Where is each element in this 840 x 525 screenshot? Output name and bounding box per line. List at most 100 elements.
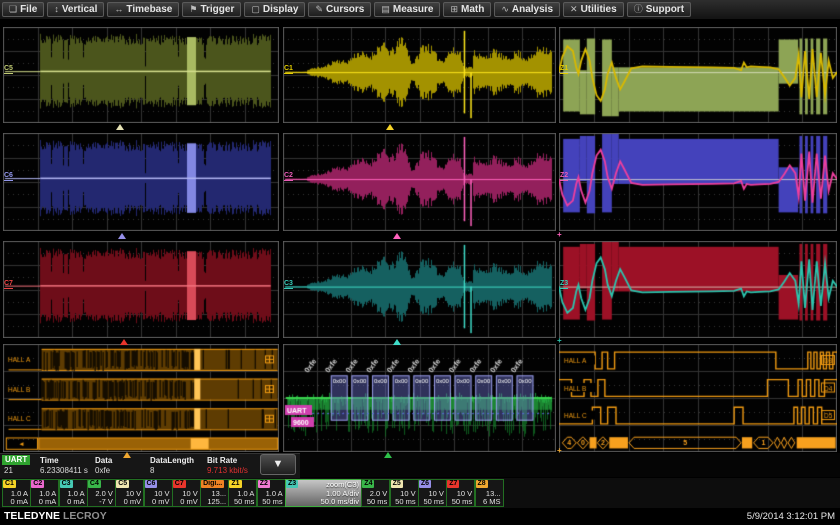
trigger-marker[interactable] xyxy=(116,124,124,130)
axis-origin-marker: + xyxy=(557,232,562,238)
channel-offset: 50 ms xyxy=(234,497,254,506)
channel-descriptor-z6[interactable]: Z610 V50 ms xyxy=(418,479,447,507)
trigger-marker[interactable] xyxy=(393,233,401,239)
menu-analysis-button[interactable]: ∿Analysis xyxy=(494,2,560,17)
c5-trace-label: C5 xyxy=(4,65,13,74)
decode-cell-time: 6.23308411 s xyxy=(40,466,88,475)
menu-label: Vertical xyxy=(62,4,98,15)
datetime-display: 5/9/2014 3:12:01 PM xyxy=(747,511,835,522)
menu-utilities-button[interactable]: ✕Utilities xyxy=(563,2,624,17)
menu-vertical-button[interactable]: ↕Vertical xyxy=(47,2,104,17)
hall-digital-clean-panel[interactable] xyxy=(559,344,837,452)
hall-digital-dense-panel[interactable] xyxy=(3,344,279,452)
channel-descriptor-z5[interactable]: Z510 V50 ms xyxy=(390,479,419,507)
channel-chip: C4 xyxy=(88,480,101,488)
channel-offset: -7 V xyxy=(99,497,113,506)
channel-chip: Z2 xyxy=(258,480,270,488)
c7-waveform-panel-canvas xyxy=(3,241,279,338)
channel-descriptor-z3[interactable]: Z3zoom(C3)1.00 A/div50.0 ms/div xyxy=(285,479,362,507)
menu-label: Measure xyxy=(393,4,434,15)
channel-chip: Digi... xyxy=(201,480,224,488)
z3-zoom-panel[interactable] xyxy=(559,241,837,338)
channel-chip: C1 xyxy=(3,480,16,488)
channel-offset: 0 mV xyxy=(124,497,142,506)
column-header-time: Time xyxy=(40,456,59,465)
trigger-marker[interactable] xyxy=(123,452,131,458)
c3-waveform-panel-canvas xyxy=(283,241,556,338)
channel-descriptor-c6[interactable]: C610 V0 mV xyxy=(144,479,173,507)
channel-chip: Z4 xyxy=(362,480,374,488)
uart-serial-decode-panel[interactable] xyxy=(283,344,556,452)
support-info-icon: ⓘ xyxy=(634,5,643,14)
c5-waveform-panel[interactable] xyxy=(3,27,279,123)
hall-digital-clean-panel-canvas xyxy=(559,344,837,452)
channel-offset: 50 ms xyxy=(262,497,282,506)
c6-trace-label: C6 xyxy=(4,172,13,181)
menu-label: Timebase xyxy=(126,4,172,15)
brand-lecroy: LECROY xyxy=(63,510,107,522)
z3-trace-label: Z3 xyxy=(560,280,568,289)
file-icon: ❏ xyxy=(9,5,17,14)
c7-trace-label: C7 xyxy=(4,280,13,289)
menu-trigger-button[interactable]: ⚑Trigger xyxy=(182,2,241,17)
channel-descriptor-z1[interactable]: Z11.0 A50 ms xyxy=(228,479,257,507)
axis-origin-marker: + xyxy=(557,448,562,454)
collapse-table-button[interactable]: ▼ xyxy=(260,454,296,475)
menu-label: File xyxy=(20,4,37,15)
channel-descriptor-c1[interactable]: C11.0 A0 mA xyxy=(2,479,31,507)
channel-offset: 50 ms xyxy=(395,497,415,506)
column-header-datalength: DataLength xyxy=(150,456,194,465)
trigger-marker[interactable] xyxy=(118,233,126,239)
zoom-source-label: zoom(C3) xyxy=(326,480,359,489)
decode-cell-bitrate: 9.713 kbit/s xyxy=(207,466,248,475)
menu-display-button[interactable]: ▢Display xyxy=(244,2,305,17)
trigger-flag-icon: ⚑ xyxy=(189,5,197,14)
trigger-marker[interactable] xyxy=(393,339,401,345)
channel-descriptor-c7[interactable]: C710 V0 mV xyxy=(172,479,201,507)
menu-label: Math xyxy=(461,4,484,15)
channel-descriptor-c4[interactable]: C42.0 V-7 V xyxy=(87,479,116,507)
channel-descriptor-c5[interactable]: C510 V0 mV xyxy=(115,479,144,507)
column-header-data: Data xyxy=(95,456,112,465)
c2-waveform-panel[interactable] xyxy=(283,133,556,231)
channel-descriptor-z7[interactable]: Z710 V50 ms xyxy=(446,479,475,507)
c7-waveform-panel[interactable] xyxy=(3,241,279,338)
channel-descriptor-c3[interactable]: C31.0 A0 mA xyxy=(59,479,88,507)
trigger-marker[interactable] xyxy=(386,124,394,130)
menu-support-button[interactable]: ⓘSupport xyxy=(627,2,691,17)
channel-status-bar: Timebase -3.82 s 1.00 s/div 250 MS 25 MS… xyxy=(0,478,840,509)
c6-waveform-panel[interactable] xyxy=(3,133,279,231)
c5-waveform-panel-canvas xyxy=(3,27,279,123)
c1-waveform-panel[interactable] xyxy=(283,27,556,123)
channel-descriptor-z2[interactable]: Z21.0 A50 ms xyxy=(257,479,286,507)
z2-trace-label: Z2 xyxy=(560,172,568,181)
c3-waveform-panel[interactable] xyxy=(283,241,556,338)
channel-descriptor-digi[interactable]: Digi...13...125... xyxy=(200,479,229,507)
measure-icon: ▤ xyxy=(381,5,390,14)
menu-label: Display xyxy=(263,4,299,15)
menu-math-button[interactable]: ⊞Math xyxy=(443,2,491,17)
oscilloscope-app: ❏File↕Vertical↔Timebase⚑Trigger▢Display✎… xyxy=(0,0,840,525)
c1-waveform-panel-canvas xyxy=(283,27,556,123)
channel-offset: 50 ms xyxy=(367,497,387,506)
z1-zoom-panel[interactable] xyxy=(559,27,837,123)
channel-offset: 0 mA xyxy=(67,497,85,506)
channel-chip: Z5 xyxy=(391,480,403,488)
menu-measure-button[interactable]: ▤Measure xyxy=(374,2,440,17)
z2-zoom-panel[interactable] xyxy=(559,133,837,231)
menu-file-button[interactable]: ❏File xyxy=(2,2,44,17)
decode-cell-datalength: 8 xyxy=(150,466,154,475)
hall-digital-dense-panel-canvas xyxy=(3,344,279,452)
channel-chip: Z3 xyxy=(286,480,298,488)
channel-offset: 125... xyxy=(207,497,226,506)
menu-timebase-button[interactable]: ↔Timebase xyxy=(107,2,179,17)
trigger-marker[interactable] xyxy=(120,339,128,345)
menu-cursors-button[interactable]: ✎Cursors xyxy=(308,2,371,17)
channel-descriptor-z8[interactable]: Z813...6 MS xyxy=(475,479,504,507)
protocol-badge[interactable]: UART xyxy=(2,455,30,465)
utilities-wrench-icon: ✕ xyxy=(570,5,578,14)
channel-descriptor-c2[interactable]: C21.0 A0 mA xyxy=(30,479,59,507)
channel-offset: 50 ms xyxy=(423,497,443,506)
channel-descriptor-z4[interactable]: Z42.0 V50 ms xyxy=(361,479,390,507)
trigger-marker[interactable] xyxy=(384,452,392,458)
